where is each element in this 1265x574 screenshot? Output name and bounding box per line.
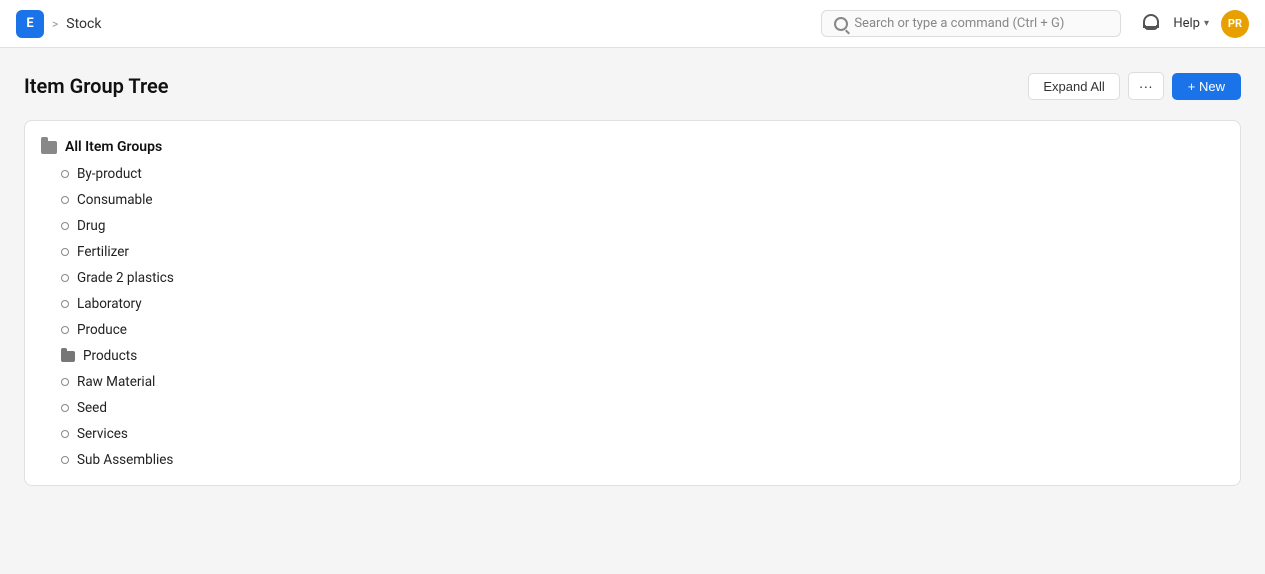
item-label: Services: [77, 426, 128, 442]
more-options-button[interactable]: ···: [1128, 72, 1164, 100]
app-icon[interactable]: E: [16, 10, 44, 38]
circle-icon: [61, 456, 69, 464]
list-item[interactable]: Drug: [25, 213, 1240, 239]
page-title: Item Group Tree: [24, 74, 169, 98]
list-item[interactable]: Raw Material: [25, 369, 1240, 395]
circle-icon: [61, 326, 69, 334]
item-label: Raw Material: [77, 374, 155, 390]
chevron-down-icon: ▾: [1204, 18, 1209, 29]
list-item[interactable]: Laboratory: [25, 291, 1240, 317]
list-item[interactable]: Consumable: [25, 187, 1240, 213]
folder-icon: [61, 351, 75, 362]
item-label: Sub Assemblies: [77, 452, 173, 468]
item-label: Consumable: [77, 192, 153, 208]
bell-shape: [1143, 14, 1159, 28]
circle-icon: [61, 170, 69, 178]
item-label: By-product: [77, 166, 142, 182]
list-item[interactable]: Services: [25, 421, 1240, 447]
folder-icon: [41, 141, 57, 154]
list-item[interactable]: Fertilizer: [25, 239, 1240, 265]
search-bar[interactable]: Search or type a command (Ctrl + G): [821, 10, 1121, 37]
search-placeholder: Search or type a command (Ctrl + G): [854, 16, 1064, 31]
circle-icon: [61, 404, 69, 412]
tree-root[interactable]: All Item Groups: [25, 133, 1240, 161]
expand-all-button[interactable]: Expand All: [1028, 73, 1119, 100]
list-item[interactable]: Grade 2 plastics: [25, 265, 1240, 291]
help-button[interactable]: Help ▾: [1173, 16, 1209, 31]
bell-icon[interactable]: [1141, 14, 1161, 34]
list-item[interactable]: Produce: [25, 317, 1240, 343]
item-label: Seed: [77, 400, 107, 416]
item-label: Products: [83, 348, 137, 364]
item-label: Drug: [77, 218, 105, 234]
tree-container: All Item Groups By-product Consumable Drug…: [24, 120, 1241, 486]
circle-icon: [61, 378, 69, 386]
circle-icon: [61, 300, 69, 308]
circle-icon: [61, 274, 69, 282]
item-label: Produce: [77, 322, 127, 338]
item-label: Fertilizer: [77, 244, 129, 260]
list-item[interactable]: By-product: [25, 161, 1240, 187]
list-item[interactable]: Seed: [25, 395, 1240, 421]
circle-icon: [61, 222, 69, 230]
circle-icon: [61, 196, 69, 204]
circle-icon: [61, 430, 69, 438]
avatar[interactable]: PR: [1221, 10, 1249, 38]
breadcrumb-arrow: >: [52, 17, 58, 31]
circle-icon: [61, 248, 69, 256]
list-item[interactable]: Products: [25, 343, 1240, 369]
topnav: E > Stock Search or type a command (Ctrl…: [0, 0, 1265, 48]
nav-right: Help ▾ PR: [1141, 10, 1249, 38]
root-label: All Item Groups: [65, 139, 162, 155]
main-content: Item Group Tree Expand All ··· + New All…: [0, 48, 1265, 486]
page-header: Item Group Tree Expand All ··· + New: [24, 72, 1241, 100]
breadcrumb-label[interactable]: Stock: [66, 16, 101, 32]
header-actions: Expand All ··· + New: [1028, 72, 1241, 100]
new-button[interactable]: + New: [1172, 73, 1241, 100]
list-item[interactable]: Sub Assemblies: [25, 447, 1240, 473]
item-label: Grade 2 plastics: [77, 270, 174, 286]
tree-items: By-product Consumable Drug Fertilizer Grade …: [25, 161, 1240, 473]
search-icon: [834, 17, 848, 31]
item-label: Laboratory: [77, 296, 142, 312]
